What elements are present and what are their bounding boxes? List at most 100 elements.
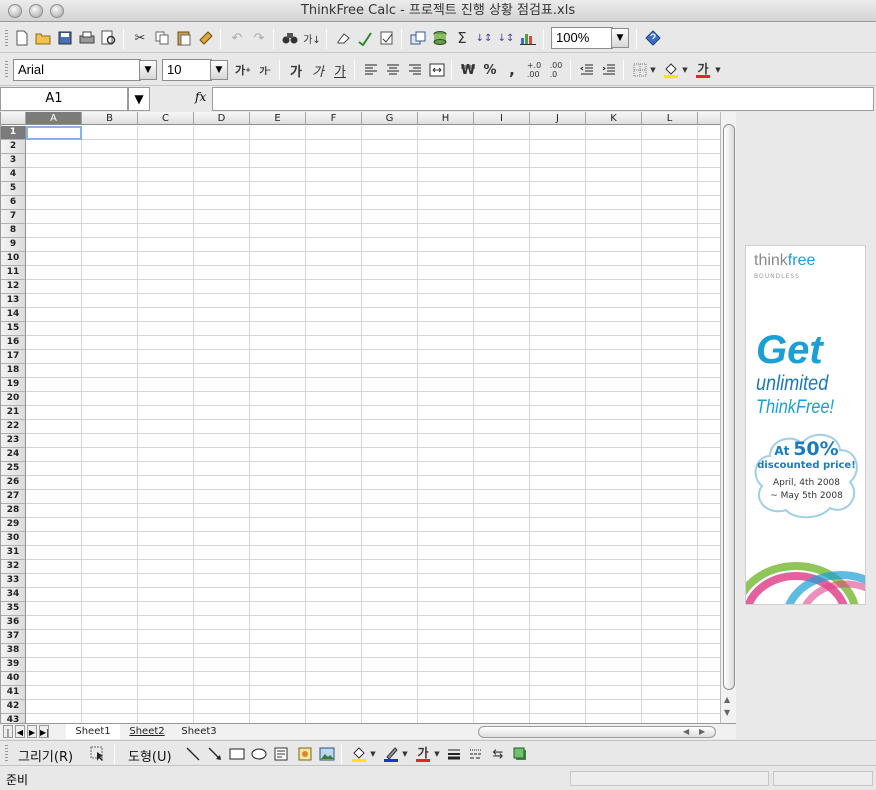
replace-icon[interactable]: 가↓	[302, 28, 322, 48]
row-header-13[interactable]: 13	[1, 294, 26, 308]
name-box[interactable]: A1	[0, 87, 128, 111]
minimize-window-button[interactable]	[29, 4, 43, 18]
dash-style-icon[interactable]	[466, 744, 486, 764]
undo-icon[interactable]: ↶	[227, 28, 247, 48]
text-box-icon[interactable]	[271, 744, 291, 764]
sort-descending-icon[interactable]: ↓↕	[496, 28, 516, 48]
scroll-right-icon[interactable]: ▶	[699, 727, 705, 736]
save-icon[interactable]	[55, 28, 75, 48]
font-size-input[interactable]: 10	[162, 59, 212, 81]
bold-button[interactable]: 가	[286, 60, 306, 80]
fill-color-icon[interactable]	[661, 60, 681, 80]
toolbar-grip[interactable]	[5, 745, 8, 763]
row-header-8[interactable]: 8	[1, 224, 26, 238]
align-center-icon[interactable]	[383, 60, 403, 80]
row-header-15[interactable]: 15	[1, 322, 26, 336]
arrow-style-icon[interactable]: ⇆	[488, 744, 508, 764]
font-name-dropdown[interactable]: ▼	[139, 60, 157, 80]
merge-center-icon[interactable]	[427, 60, 447, 80]
column-header-b[interactable]: B	[82, 112, 138, 125]
row-header-5[interactable]: 5	[1, 182, 26, 196]
row-header-42[interactable]: 42	[1, 700, 26, 714]
ellipse-icon[interactable]	[249, 744, 269, 764]
outdent-icon[interactable]	[577, 60, 597, 80]
grow-font-button[interactable]: 가 +	[233, 60, 253, 80]
draw-menu[interactable]: 그리기(R)	[18, 746, 73, 765]
font-size-dropdown[interactable]: ▼	[210, 60, 228, 80]
select-objects-icon[interactable]	[88, 744, 108, 764]
column-header-j[interactable]: J	[530, 112, 586, 125]
first-sheet-icon[interactable]: |◀	[3, 725, 13, 750]
row-header-26[interactable]: 26	[1, 476, 26, 490]
row-header-6[interactable]: 6	[1, 196, 26, 210]
cells-area[interactable]	[26, 126, 720, 723]
row-header-31[interactable]: 31	[1, 546, 26, 560]
print-icon[interactable]	[77, 28, 97, 48]
new-document-icon[interactable]	[12, 28, 32, 48]
fill-color-dropdown-icon[interactable]: ▼	[680, 60, 690, 80]
row-header-32[interactable]: 32	[1, 560, 26, 574]
sheet-tab-3[interactable]: Sheet3	[174, 724, 224, 739]
spelling-icon[interactable]	[355, 28, 375, 48]
row-header-1[interactable]: 1	[1, 126, 26, 140]
line-icon[interactable]	[183, 744, 203, 764]
database-icon[interactable]	[430, 28, 450, 48]
decrease-decimal-icon[interactable]: .00.0	[546, 60, 566, 80]
column-header-c[interactable]: C	[138, 112, 194, 125]
line-style-icon[interactable]	[444, 744, 464, 764]
font-color-dropdown-icon[interactable]: ▼	[713, 60, 723, 80]
borders-icon[interactable]	[630, 60, 650, 80]
column-header-f[interactable]: F	[306, 112, 362, 125]
find-icon[interactable]	[280, 28, 300, 48]
help-icon[interactable]	[643, 28, 663, 48]
arrow-icon[interactable]	[205, 744, 225, 764]
horizontal-scrollbar[interactable]: ◀ ▶	[478, 726, 716, 738]
function-icon[interactable]: fx	[195, 90, 206, 104]
row-header-39[interactable]: 39	[1, 658, 26, 672]
percent-button[interactable]: %	[480, 60, 500, 80]
name-box-dropdown-icon[interactable]: ▼	[128, 87, 150, 111]
row-header-28[interactable]: 28	[1, 504, 26, 518]
column-header-g[interactable]: G	[362, 112, 418, 125]
row-header-4[interactable]: 4	[1, 168, 26, 182]
row-header-22[interactable]: 22	[1, 420, 26, 434]
shadow-icon[interactable]	[510, 744, 530, 764]
column-header-h[interactable]: H	[418, 112, 474, 125]
row-header-27[interactable]: 27	[1, 490, 26, 504]
autosum-icon[interactable]: Σ	[452, 28, 472, 48]
row-header-41[interactable]: 41	[1, 686, 26, 700]
format-painter-icon[interactable]	[196, 28, 216, 48]
last-sheet-icon[interactable]: ▶|	[39, 725, 49, 738]
row-header-29[interactable]: 29	[1, 518, 26, 532]
rectangle-icon[interactable]	[227, 744, 247, 764]
next-sheet-icon[interactable]: ▶	[27, 725, 37, 738]
row-header-21[interactable]: 21	[1, 406, 26, 420]
chart-icon[interactable]	[518, 28, 538, 48]
column-header-k[interactable]: K	[586, 112, 642, 125]
row-header-19[interactable]: 19	[1, 378, 26, 392]
insert-cells-icon[interactable]	[408, 28, 428, 48]
draw-fill-color-icon[interactable]	[349, 744, 369, 764]
zoom-window-button[interactable]	[50, 4, 64, 18]
comma-button[interactable]: ,	[502, 60, 522, 80]
row-header-35[interactable]: 35	[1, 602, 26, 616]
column-header-partial[interactable]	[698, 112, 720, 125]
row-header-24[interactable]: 24	[1, 448, 26, 462]
column-header-a[interactable]: A	[26, 112, 82, 125]
paste-icon[interactable]	[174, 28, 194, 48]
row-header-7[interactable]: 7	[1, 210, 26, 224]
formula-input[interactable]	[212, 87, 874, 111]
row-header-37[interactable]: 37	[1, 630, 26, 644]
column-header-l[interactable]: L	[642, 112, 698, 125]
column-header-i[interactable]: I	[474, 112, 530, 125]
insert-picture-icon[interactable]	[317, 744, 337, 764]
row-header-12[interactable]: 12	[1, 280, 26, 294]
sheet-tab-1[interactable]: Sheet1	[66, 724, 120, 739]
scroll-left-icon[interactable]: ◀	[683, 727, 689, 736]
draw-font-color-dropdown-icon[interactable]: ▼	[432, 744, 442, 764]
vertical-scrollbar[interactable]: ▲ ▼	[720, 112, 736, 723]
row-header-38[interactable]: 38	[1, 644, 26, 658]
advertisement-banner[interactable]: thinkfree BOUNDLESS Get unlimited ThinkF…	[745, 245, 866, 605]
row-header-25[interactable]: 25	[1, 462, 26, 476]
zoom-input[interactable]: 100%	[551, 27, 613, 49]
